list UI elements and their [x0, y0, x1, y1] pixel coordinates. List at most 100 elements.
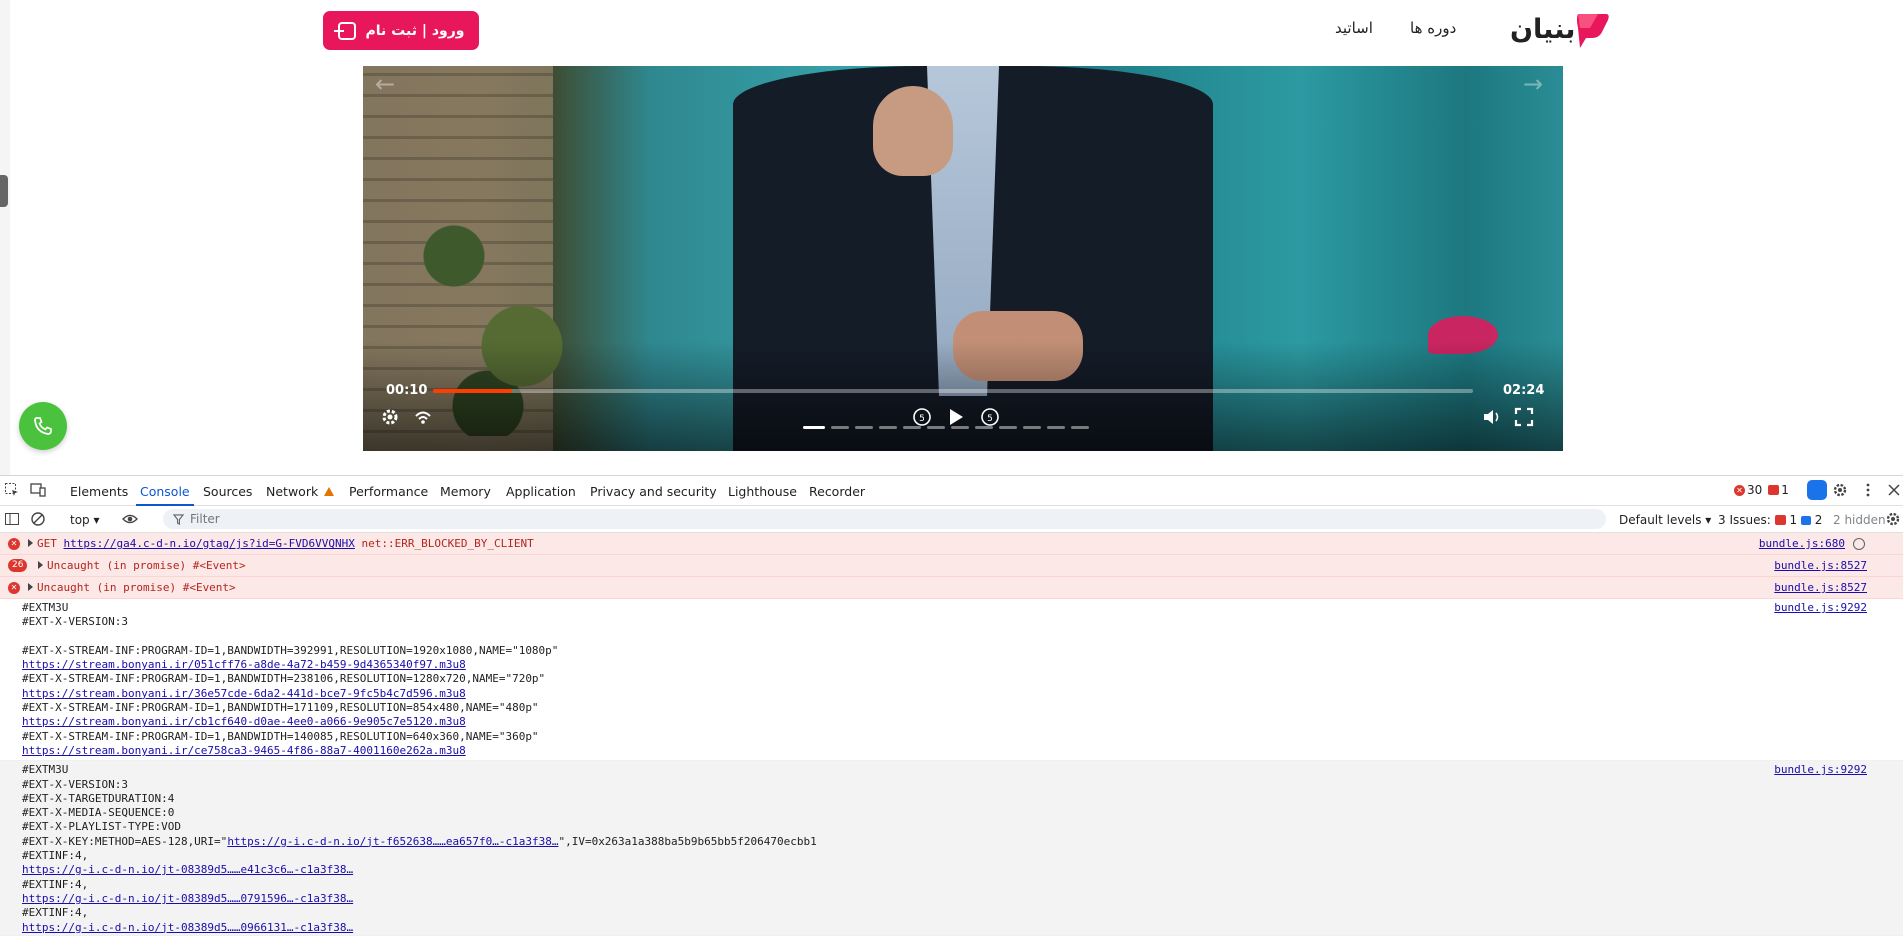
tab-application[interactable]: Application [506, 484, 576, 499]
ai-assistance-icon[interactable] [1807, 480, 1827, 500]
source-link[interactable]: bundle.js:8527 [1774, 559, 1867, 572]
login-register-button[interactable]: ورود | ثبت نام [323, 11, 479, 50]
page-scrollbar[interactable] [0, 0, 10, 475]
slide-dot[interactable] [803, 426, 825, 429]
scrollbar-thumb[interactable] [0, 175, 8, 207]
segment-url-link[interactable]: https://g-i.c-d-n.io/jt-08389d5……e41c3c6… [22, 863, 353, 876]
video-player[interactable]: ← → 00:10 02:24 5 5 [363, 66, 1563, 451]
tab-network[interactable]: Network [266, 484, 335, 499]
expand-triangle-icon[interactable] [28, 539, 33, 547]
log-levels-value: Default levels [1619, 513, 1702, 527]
quality-wifi-icon[interactable] [411, 405, 435, 429]
log-text: #EXT-X-STREAM-INF:PROGRAM-ID=1,BANDWIDTH… [22, 729, 539, 743]
site-logo[interactable]: بنیان [1510, 10, 1620, 54]
clear-console-icon[interactable] [30, 511, 46, 527]
log-line: #EXT-X-STREAM-INF:PROGRAM-ID=1,BANDWIDTH… [0, 730, 1903, 744]
console-error-row[interactable]: 26 Uncaught (in promise) #<Event> bundle… [0, 555, 1903, 577]
log-text: #EXT-X-KEY:METHOD=AES-128,URI=" [22, 834, 228, 848]
slide-next-arrow-icon[interactable]: → [1523, 70, 1543, 98]
playlist-url-link[interactable]: https://stream.bonyani.ir/36e57cde-6da2-… [22, 687, 466, 700]
log-levels-dropdown[interactable]: Default levels ▾ [1619, 513, 1711, 527]
slide-dot[interactable] [903, 426, 921, 429]
slide-dot[interactable] [1023, 426, 1041, 429]
segment-url-link[interactable]: https://g-i.c-d-n.io/jt-08389d5……0966131… [22, 921, 353, 934]
console-log-row[interactable]: bundle.js:9292 #EXTM3U #EXT-X-VERSION:3 #E… [0, 599, 1903, 762]
sidebar-toggle-icon[interactable] [4, 511, 20, 527]
slide-dot[interactable] [855, 426, 873, 429]
issues-counter[interactable]: 3 Issues: 1 2 [1718, 513, 1822, 527]
console-error-row[interactable]: ✕ GET https://ga4.c-d-n.io/gtag/js?id=G-… [0, 533, 1903, 555]
call-us-button[interactable] [19, 402, 67, 450]
error-text: GET [37, 537, 64, 550]
console-filter-input[interactable] [190, 512, 1606, 526]
nav-link-courses[interactable]: دوره ها [1410, 19, 1456, 37]
source-link[interactable]: bundle.js:9292 [1774, 763, 1867, 776]
segment-url-link[interactable]: https://g-i.c-d-n.io/jt-08389d5……0791596… [22, 892, 353, 905]
tab-sources[interactable]: Sources [203, 484, 252, 499]
settings-gear-icon[interactable] [1832, 482, 1848, 498]
slide-prev-arrow-icon[interactable]: ← [375, 70, 395, 98]
log-line: https://stream.bonyani.ir/36e57cde-6da2-… [0, 687, 1903, 701]
source-link[interactable]: bundle.js:9292 [1774, 601, 1867, 614]
error-url-link[interactable]: https://ga4.c-d-n.io/gtag/js?id=G-FVD6VV… [64, 537, 355, 550]
tab-console[interactable]: Console [136, 484, 194, 506]
log-text: #EXT-X-PLAYLIST-TYPE:VOD [22, 820, 181, 834]
tab-lighthouse[interactable]: Lighthouse [728, 484, 797, 499]
device-toolbar-icon[interactable] [30, 482, 46, 498]
tab-network-label: Network [266, 484, 319, 499]
log-line: #EXT-X-VERSION:3 [0, 778, 1903, 792]
expand-triangle-icon[interactable] [38, 561, 43, 569]
inspect-element-icon[interactable] [4, 482, 20, 498]
playlist-url-link[interactable]: https://stream.bonyani.ir/051cff76-a8de-… [22, 658, 466, 671]
error-warning-counter[interactable]: ✕ 30 1 [1734, 483, 1789, 497]
live-expression-eye-icon[interactable] [122, 511, 138, 527]
log-text: #EXTINF:4, [22, 877, 89, 891]
slide-dot[interactable] [999, 426, 1017, 429]
tab-memory[interactable]: Memory [440, 484, 491, 499]
site-header: ورود | ثبت نام اساتید دوره ها بنیان [10, 0, 1903, 62]
issue-info-icon [1800, 516, 1811, 525]
slide-dot[interactable] [879, 426, 897, 429]
log-line: #EXTINF:4, [0, 906, 1903, 920]
log-text: #EXTINF:4, [22, 906, 89, 920]
issue-error-icon [1774, 515, 1786, 525]
repeat-count-badge: 26 [8, 559, 28, 572]
network-request-icon[interactable] [1853, 538, 1865, 550]
website-viewport: ورود | ثبت نام اساتید دوره ها بنیان ← → … [0, 0, 1903, 475]
tab-privacy-security[interactable]: Privacy and security [590, 484, 717, 499]
nav-link-teachers[interactable]: اساتید [1335, 19, 1373, 37]
console-settings-gear-icon[interactable] [1885, 511, 1901, 527]
slide-dot[interactable] [927, 426, 945, 429]
source-link[interactable]: bundle.js:680 [1759, 537, 1845, 550]
playlist-url-link[interactable]: https://stream.bonyani.ir/ce758ca3-9465-… [22, 744, 466, 757]
log-text: #EXT-X-MEDIA-SEQUENCE:0 [22, 806, 175, 820]
settings-gear-icon[interactable] [378, 405, 402, 429]
console-filter-box[interactable] [163, 509, 1606, 529]
context-selector[interactable]: top ▾ [70, 513, 100, 527]
console-error-row[interactable]: ✕ Uncaught (in promise) #<Event> bundle.… [0, 577, 1903, 599]
log-text: #EXT-X-STREAM-INF:PROGRAM-ID=1,BANDWIDTH… [22, 672, 546, 686]
login-icon [333, 21, 356, 40]
slide-dot[interactable] [1047, 426, 1065, 429]
tab-elements[interactable]: Elements [70, 484, 128, 499]
source-link[interactable]: bundle.js:8527 [1774, 581, 1867, 594]
slide-dot[interactable] [831, 426, 849, 429]
close-devtools-icon[interactable] [1886, 482, 1902, 498]
console-log-row[interactable]: bundle.js:9292 #EXTM3U #EXT-X-VERSION:3 #E… [0, 761, 1903, 936]
log-text: #EXTM3U [22, 763, 69, 777]
more-options-icon[interactable] [1860, 482, 1876, 498]
video-progress-bar[interactable] [433, 389, 1473, 393]
key-url-link[interactable]: https://g-i.c-d-n.io/jt-f652638……ea657f0… [227, 835, 558, 848]
playlist-url-link[interactable]: https://stream.bonyani.ir/cb1cf640-d0ae-… [22, 715, 466, 728]
issues-label: 3 Issues: [1718, 513, 1771, 527]
tab-recorder[interactable]: Recorder [809, 484, 865, 499]
slide-dot[interactable] [1071, 426, 1089, 429]
slide-dot[interactable] [975, 426, 993, 429]
expand-triangle-icon[interactable] [28, 583, 33, 591]
volume-icon[interactable] [1480, 405, 1504, 429]
warning-count: 1 [1781, 483, 1789, 497]
log-text: #EXTINF:4, [22, 849, 89, 863]
slide-dot[interactable] [951, 426, 969, 429]
fullscreen-icon[interactable] [1512, 405, 1536, 429]
tab-performance[interactable]: Performance [349, 484, 428, 499]
